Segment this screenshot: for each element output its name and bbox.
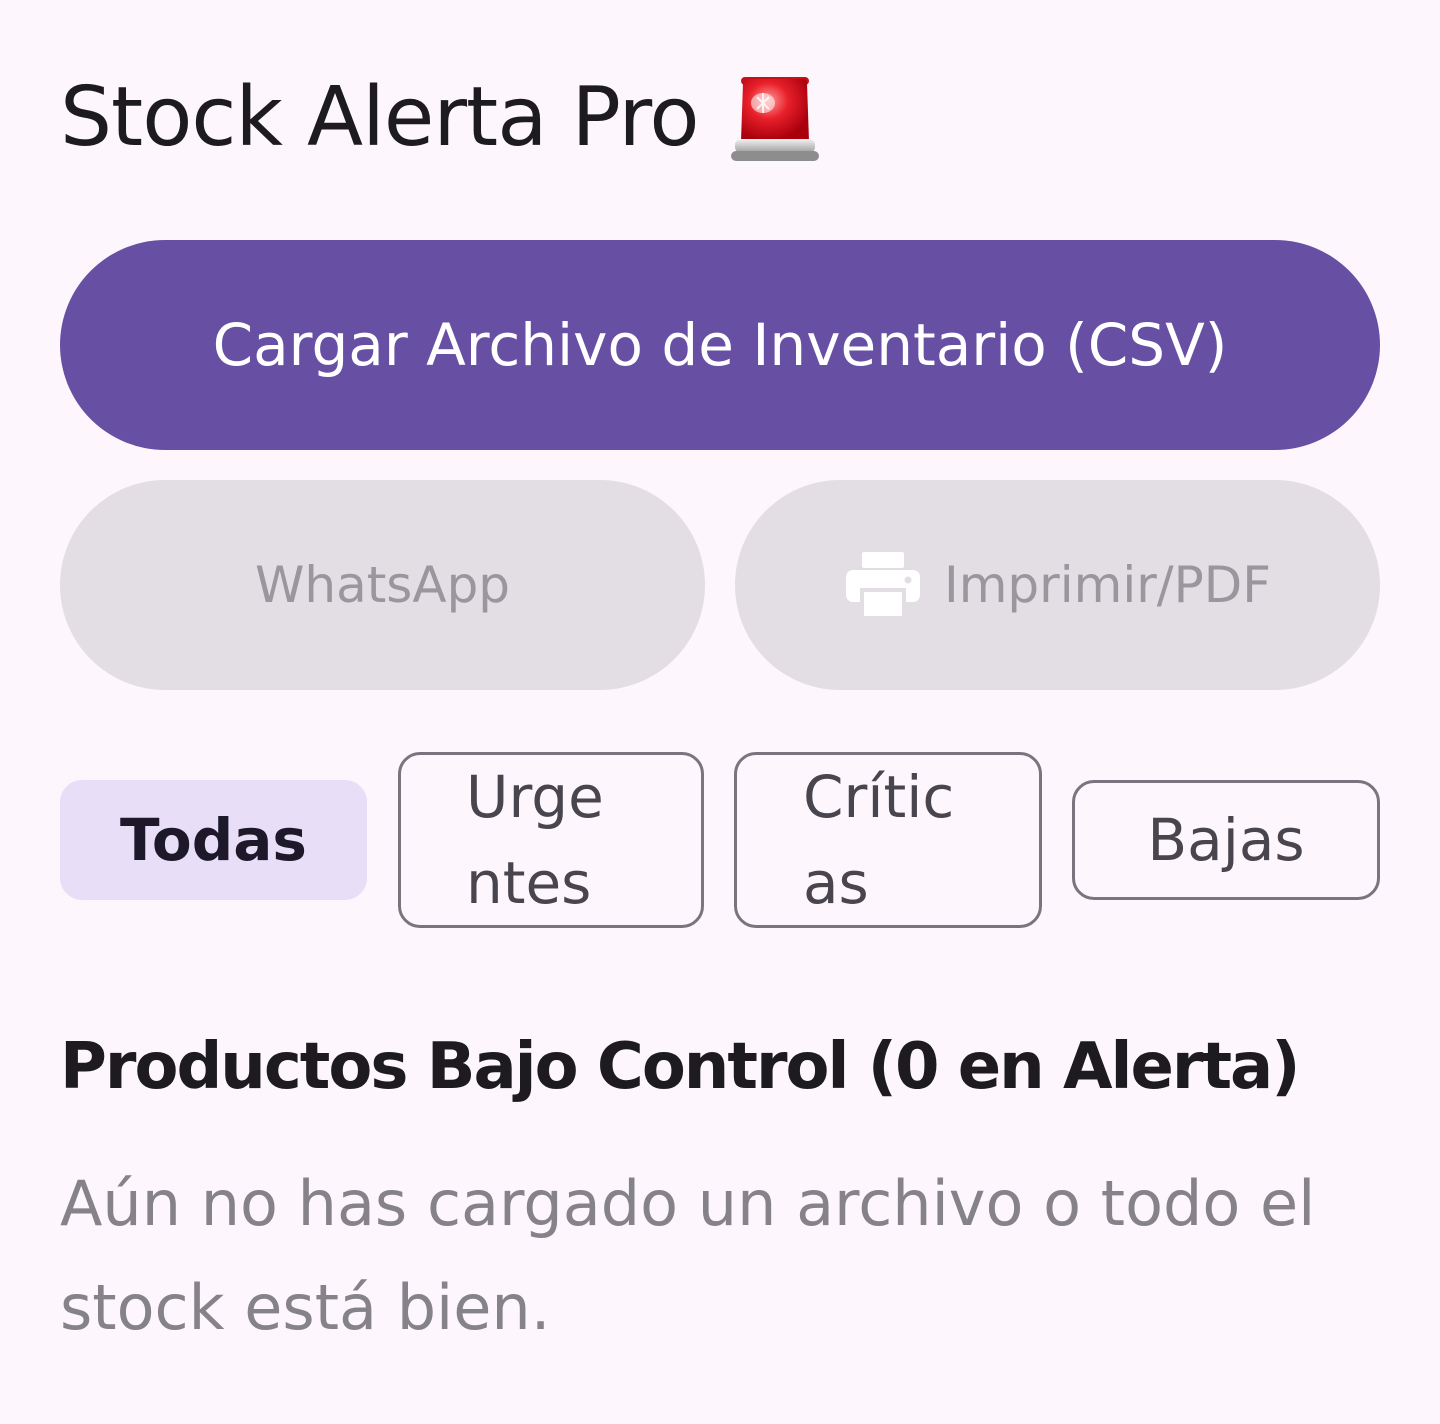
filter-chip-bajas[interactable]: Bajas [1072,780,1380,900]
empty-state-message: Aún no has cargado un archivo o todo el … [60,1167,1316,1344]
print-pdf-button[interactable]: Imprimir/PDF [735,480,1380,690]
filter-chip-urgentes[interactable]: Urgentes [398,752,704,928]
upload-csv-button[interactable]: Cargar Archivo de Inventario (CSV) [60,240,1380,450]
whatsapp-button[interactable]: WhatsApp [60,480,705,690]
app-header: Stock Alerta Pro [60,62,823,172]
filter-chip-todas-label: Todas [120,806,307,874]
printer-icon [844,550,922,620]
filter-chip-bajas-label: Bajas [1147,806,1305,874]
filter-chip-todas[interactable]: Todas [60,780,367,900]
filter-chip-criticas[interactable]: Críticas [734,752,1042,928]
whatsapp-button-label: WhatsApp [254,556,511,614]
print-pdf-label: Imprimir/PDF [943,556,1272,614]
filter-chip-urgentes-label: Urgentes [466,763,604,917]
siren-icon [727,67,823,167]
app-title: Stock Alerta Pro [60,69,700,165]
products-section-title: Productos Bajo Control (0 en Alerta) [60,1030,1300,1104]
filter-chip-criticas-label: Críticas [803,763,955,917]
